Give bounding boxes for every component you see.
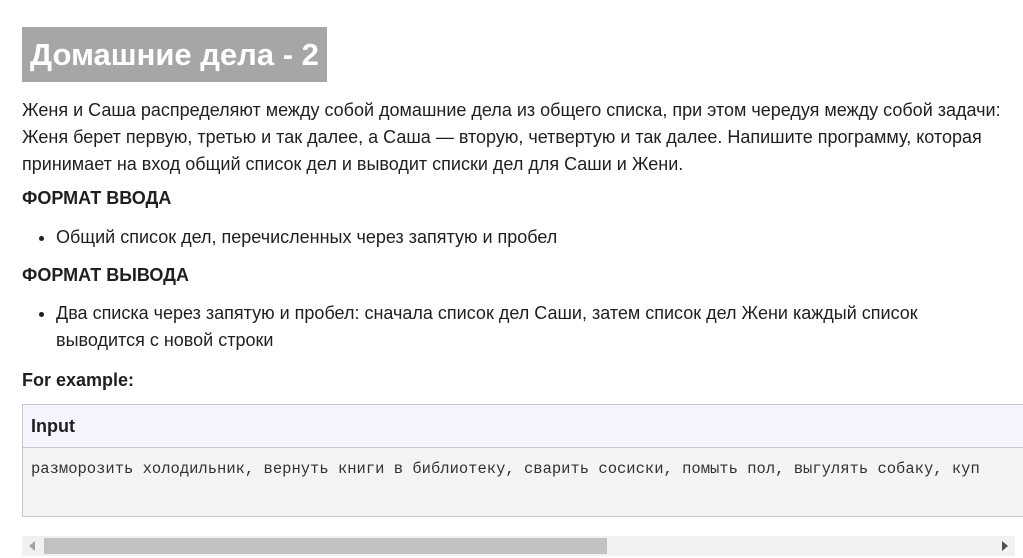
title-banner: Домашние дела - 2 xyxy=(22,27,327,82)
input-column-header: Input xyxy=(23,405,1023,448)
problem-page: Домашние дела - 2 Женя и Саша распределя… xyxy=(0,0,1023,558)
output-format-heading: ФОРМАТ ВЫВОДА xyxy=(22,265,189,285)
input-format-list: Общий список дел, перечисленных через за… xyxy=(22,224,986,251)
input-value: разморозить холодильник, вернуть книги в… xyxy=(31,460,980,478)
horizontal-scrollbar[interactable] xyxy=(22,536,1015,556)
input-format-item: Общий список дел, перечисленных через за… xyxy=(56,224,986,251)
triangle-left-icon[interactable] xyxy=(24,536,40,556)
input-cell: разморозить холодильник, вернуть книги в… xyxy=(23,448,1023,516)
output-format-list: Два списка через запятую и пробел: снача… xyxy=(22,300,986,354)
triangle-right-icon[interactable] xyxy=(997,536,1013,556)
page-title: Домашние дела - 2 xyxy=(30,36,319,72)
input-format-heading: ФОРМАТ ВВОДА xyxy=(22,188,172,208)
example-table: Input разморозить холодильник, вернуть к… xyxy=(22,404,1023,517)
scrollbar-thumb[interactable] xyxy=(44,538,607,554)
output-format-item: Два списка через запятую и пробел: снача… xyxy=(56,300,986,354)
problem-description: Женя и Саша распределяют между собой дом… xyxy=(22,100,1001,174)
example-label: For example: xyxy=(22,370,135,390)
